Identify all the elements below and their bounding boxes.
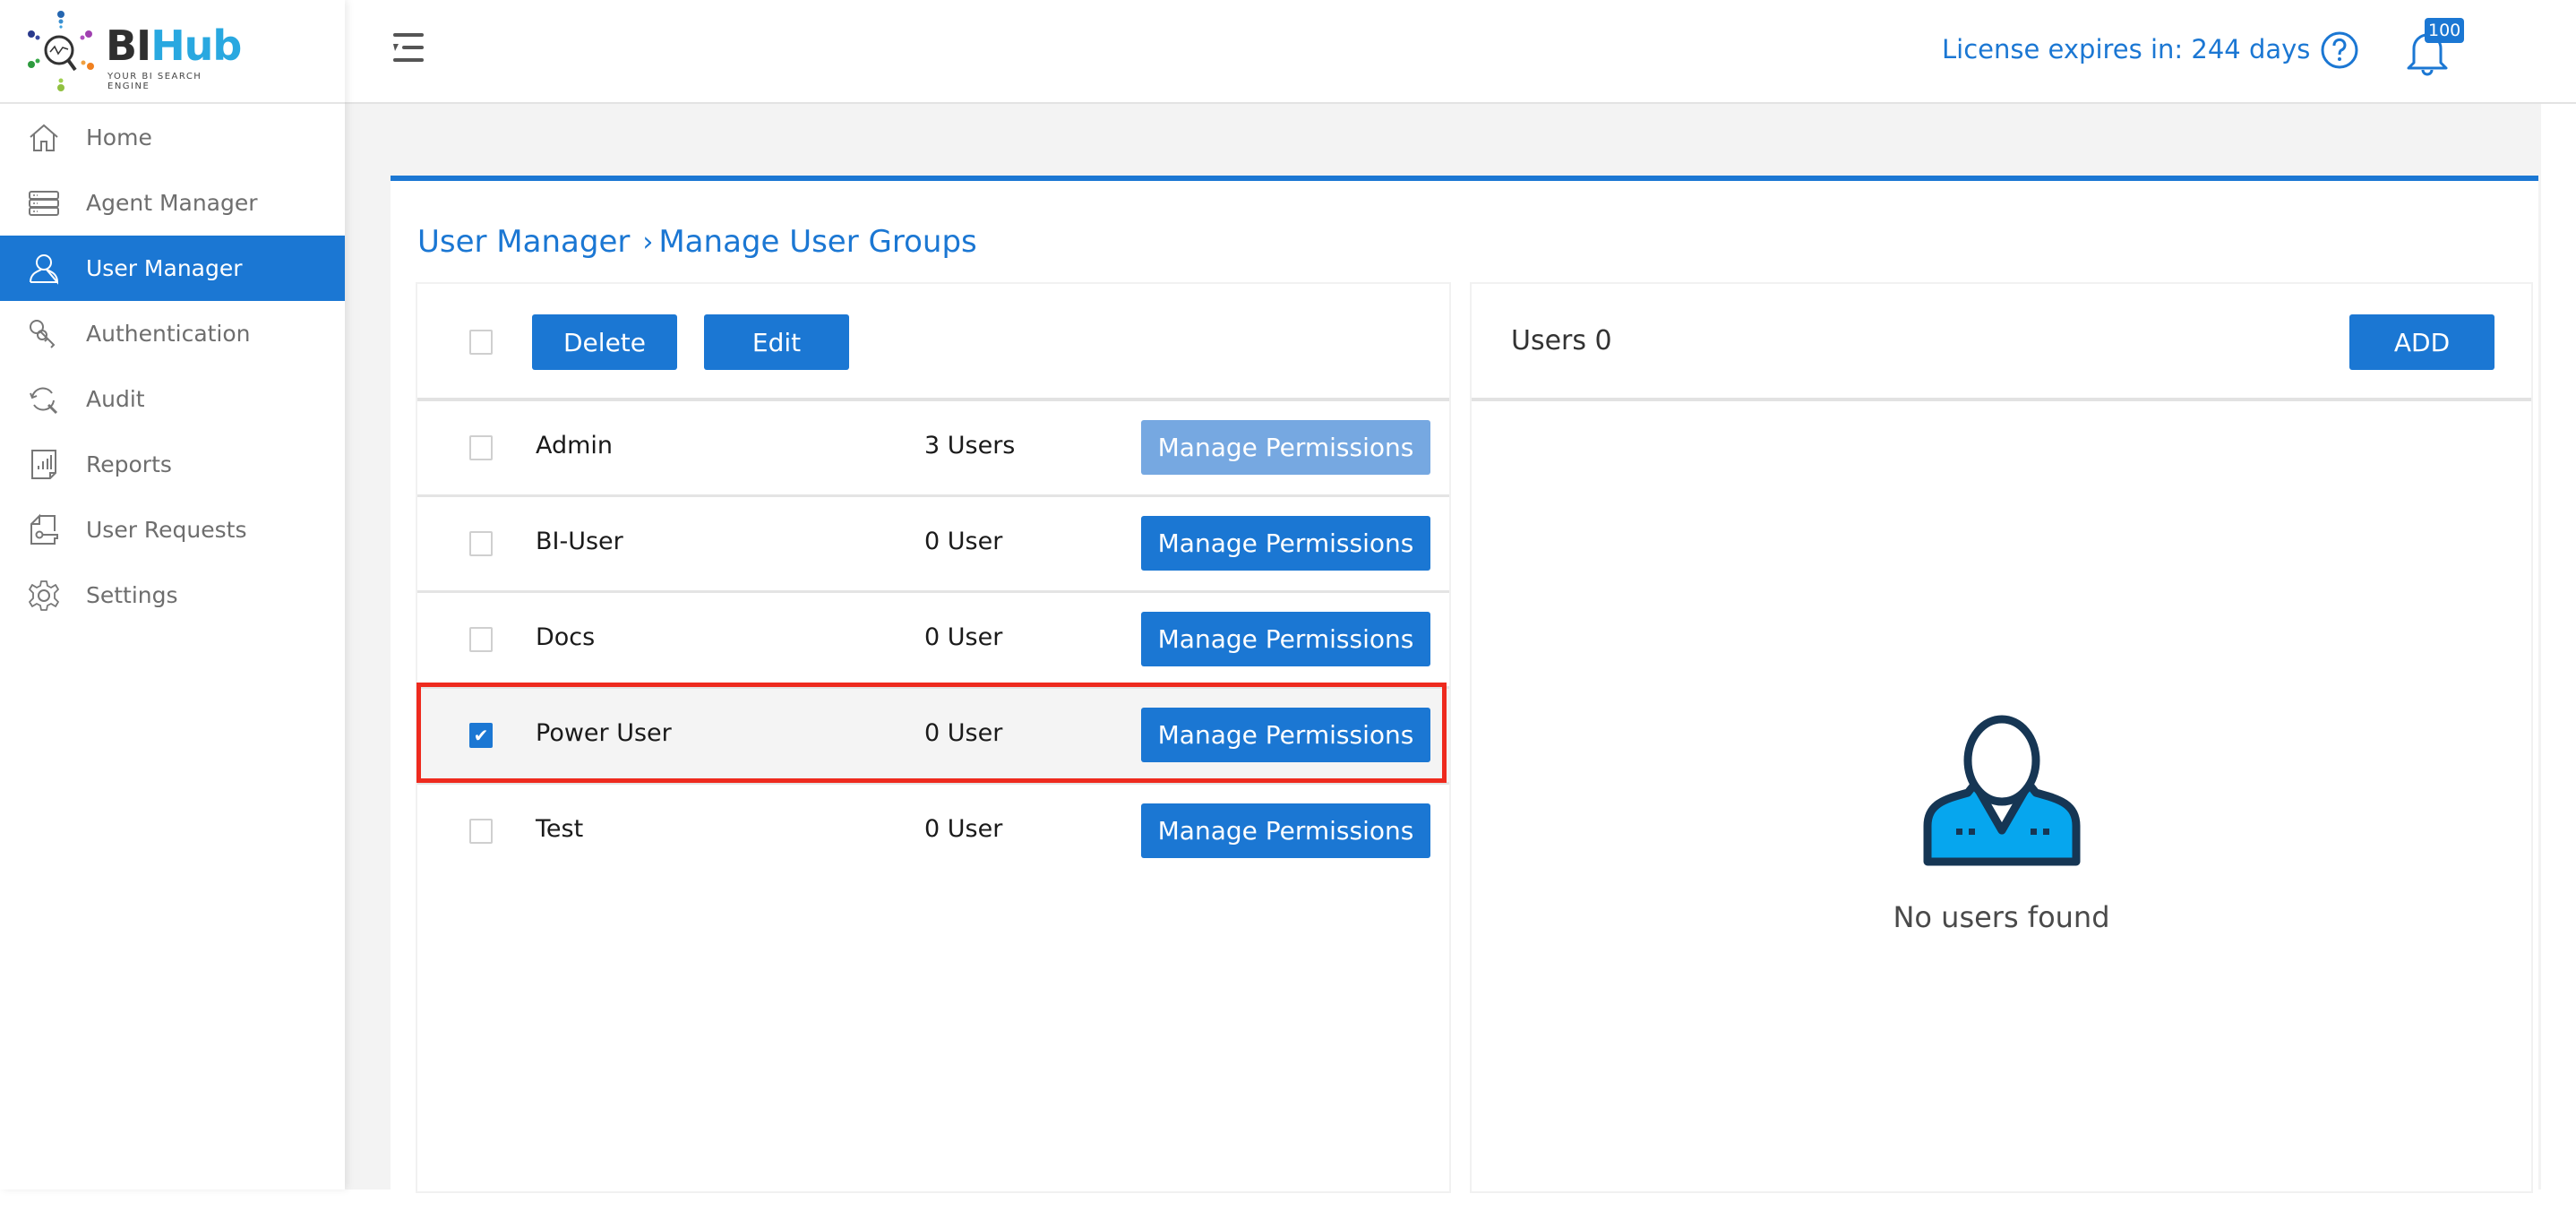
manage-permissions-button[interactable]: Manage Permissions xyxy=(1141,612,1430,666)
row-checkbox[interactable] xyxy=(469,819,493,844)
sidebar-item-label: User Manager xyxy=(86,255,243,281)
sidebar-item-label: Reports xyxy=(86,451,172,477)
sidebar-item-label: Audit xyxy=(86,386,145,412)
help-button[interactable] xyxy=(2320,30,2359,70)
delete-button[interactable]: Delete xyxy=(532,314,677,370)
select-all-checkbox[interactable] xyxy=(469,330,493,355)
groups-toolbar: Delete Edit xyxy=(417,284,1449,401)
group-name: Docs xyxy=(536,623,596,651)
sidebar-item-user-manager[interactable]: User Manager xyxy=(0,236,345,301)
gear-icon xyxy=(27,579,61,613)
brand-name-bi: BI xyxy=(106,21,151,70)
empty-state-text: No users found xyxy=(1893,900,2110,934)
row-checkbox[interactable] xyxy=(469,627,493,652)
user-icon xyxy=(27,252,61,286)
row-checkbox-checked[interactable]: ✔ xyxy=(469,723,493,748)
groups-list: Admin 3 Users Manage Permissions BI-User… xyxy=(417,401,1449,878)
breadcrumb-separator-icon: › xyxy=(642,226,654,258)
group-row-power-user[interactable]: ✔ Power User 0 User Manage Permissions xyxy=(417,689,1449,785)
group-name: Test xyxy=(536,815,584,843)
group-user-count: 0 User xyxy=(924,815,1003,843)
add-user-button[interactable]: ADD xyxy=(2349,314,2494,370)
brand-name-hub: Hub xyxy=(150,21,242,70)
breadcrumb-user-manager[interactable]: User Manager xyxy=(417,224,630,260)
app: BIHub YOUR BI SEARCH ENGINE Home Agent M… xyxy=(0,0,2576,1195)
row-checkbox[interactable] xyxy=(469,435,493,460)
sidebar-item-home[interactable]: Home xyxy=(0,105,345,170)
group-row-test[interactable]: Test 0 User Manage Permissions xyxy=(417,785,1449,878)
collapse-menu-icon xyxy=(393,33,424,62)
manage-permissions-button[interactable]: Manage Permissions xyxy=(1141,708,1430,762)
notification-badge: 100 xyxy=(2425,18,2465,43)
breadcrumb-manage-user-groups: Manage User Groups xyxy=(658,224,977,260)
sidebar-nav: Home Agent Manager User Manager Authenti… xyxy=(0,105,345,628)
users-panel-header: Users 0 ADD xyxy=(1472,284,2531,401)
group-row-bi-user[interactable]: BI-User 0 User Manage Permissions xyxy=(417,497,1449,593)
sidebar: BIHub YOUR BI SEARCH ENGINE Home Agent M… xyxy=(0,0,345,1190)
group-name: BI-User xyxy=(536,528,623,555)
sidebar-item-label: Agent Manager xyxy=(86,190,258,216)
manage-permissions-button[interactable]: Manage Permissions xyxy=(1141,420,1430,475)
sidebar-divider xyxy=(0,102,345,104)
group-name: Admin xyxy=(536,432,614,459)
brand-name: BIHub xyxy=(106,21,242,70)
group-user-count: 0 User xyxy=(924,623,1003,651)
server-icon xyxy=(27,186,61,220)
checkmark-icon: ✔ xyxy=(473,725,489,746)
home-icon xyxy=(27,121,61,155)
group-row-docs[interactable]: Docs 0 User Manage Permissions xyxy=(417,593,1449,689)
notifications-button[interactable]: 100 xyxy=(2405,18,2468,77)
users-count-title: Users 0 xyxy=(1511,325,1612,356)
menu-toggle-button[interactable] xyxy=(391,31,427,64)
manage-permissions-button[interactable]: Manage Permissions xyxy=(1141,516,1430,571)
sidebar-item-label: User Requests xyxy=(86,517,247,543)
group-name: Power User xyxy=(536,719,672,747)
sidebar-item-authentication[interactable]: Authentication xyxy=(0,301,345,366)
edit-button[interactable]: Edit xyxy=(704,314,849,370)
group-user-count: 3 Users xyxy=(924,432,1016,459)
empty-state: No users found xyxy=(1472,714,2531,934)
sidebar-item-reports[interactable]: Reports xyxy=(0,432,345,497)
audit-search-icon xyxy=(27,382,61,417)
users-panel: Users 0 ADD No users found xyxy=(1470,282,2533,1193)
row-checkbox[interactable] xyxy=(469,531,493,556)
logo[interactable]: BIHub YOUR BI SEARCH ENGINE xyxy=(23,9,247,94)
help-icon xyxy=(2321,31,2358,69)
report-icon xyxy=(27,448,61,482)
main-content: User Manager › Manage User Groups Delete… xyxy=(345,104,2541,1195)
top-header: License expires in: 244 days 100 xyxy=(345,0,2576,104)
request-key-icon xyxy=(27,513,61,547)
content-card: User Manager › Manage User Groups Delete… xyxy=(391,176,2538,1195)
license-status: License expires in: 244 days xyxy=(1942,34,2311,64)
sidebar-item-user-requests[interactable]: User Requests xyxy=(0,497,345,563)
keys-icon xyxy=(27,317,61,351)
sidebar-item-label: Authentication xyxy=(86,321,251,347)
breadcrumb: User Manager › Manage User Groups xyxy=(417,224,977,260)
empty-user-icon xyxy=(1923,715,2080,866)
logo-mark-icon xyxy=(28,11,94,91)
group-user-count: 0 User xyxy=(924,719,1003,747)
brand-tagline: YOUR BI SEARCH ENGINE xyxy=(107,72,202,91)
group-user-count: 0 User xyxy=(924,528,1003,555)
sidebar-item-label: Settings xyxy=(86,582,178,608)
sidebar-item-label: Home xyxy=(86,125,152,150)
sidebar-item-settings[interactable]: Settings xyxy=(0,563,345,628)
sidebar-item-audit[interactable]: Audit xyxy=(0,366,345,432)
user-groups-panel: Delete Edit Admin 3 Users Manage Permiss… xyxy=(416,282,1451,1193)
manage-permissions-button[interactable]: Manage Permissions xyxy=(1141,803,1430,858)
sidebar-item-agent-manager[interactable]: Agent Manager xyxy=(0,170,345,236)
group-row-admin[interactable]: Admin 3 Users Manage Permissions xyxy=(417,401,1449,497)
